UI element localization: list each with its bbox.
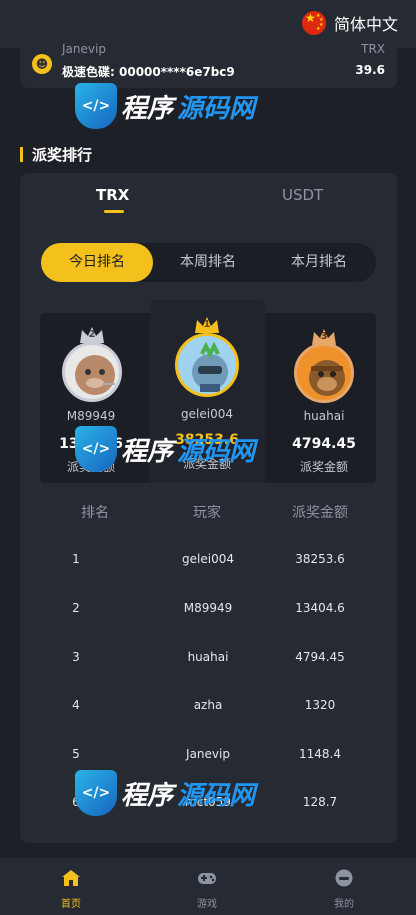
row-rank: 5 [72, 747, 80, 761]
row-player: gelei004 [182, 552, 234, 566]
profile-icon [335, 869, 353, 887]
nav-games-label: 游戏 [197, 899, 217, 910]
podium-1-rank: 1 [203, 319, 211, 330]
table-row: 2 M89949 13404.6 [40, 601, 376, 650]
podium-3-rank: 3 [320, 331, 328, 342]
podium-1-amount: 38253.6 [175, 432, 239, 448]
row-player: M89949 [183, 601, 233, 615]
ticker-coin: TRX [361, 42, 385, 56]
table-row: 3 huahai 4794.45 [40, 650, 376, 699]
home-icon [62, 870, 80, 886]
table-row: 1 gelei004 38253.6 [40, 552, 376, 601]
row-rank: 2 [72, 601, 80, 615]
smile-icon: ☻ [32, 54, 52, 74]
tab-today[interactable]: 今日排名 [41, 243, 153, 282]
code-shield-icon: </> [75, 83, 117, 129]
bottom-nav: 首页 游戏 我的 [0, 858, 416, 915]
watermark-part2: 源码网 [177, 93, 256, 124]
china-flag-icon: ★ ★ ★ ★ ★ [301, 11, 326, 35]
watermark-part1: 程序 [121, 93, 174, 124]
table-header-player: 玩家 [193, 505, 221, 521]
row-rank: 3 [72, 650, 80, 664]
ticker-hash-value: 00000****6e7bc9 [119, 65, 235, 79]
ticker-amount: 39.6 [355, 63, 385, 77]
row-rank: 4 [72, 698, 80, 712]
ticker-hash: 极速色碟: 00000****6e7bc9 [62, 65, 235, 79]
row-player: huahai [187, 650, 229, 664]
row-player: Janevip [186, 747, 230, 761]
podium-1-name: gelei004 [181, 407, 233, 421]
section-title: 派奖排行 [20, 144, 92, 165]
tab-month[interactable]: 本月排名 [263, 243, 375, 282]
tab-week[interactable]: 本周排名 [152, 243, 264, 282]
nav-home-label: 首页 [61, 899, 81, 910]
table-row: 4 azha 1320 [40, 698, 376, 747]
top-bar: ★ ★ ★ ★ ★ 简体中文 [0, 0, 416, 48]
podium-2-name: M89949 [66, 409, 116, 423]
ticker-user: Janevip [62, 42, 106, 56]
row-amount: 1320 [304, 698, 336, 712]
tab-trx[interactable]: TRX [96, 186, 129, 204]
table-row: 5 Janevip 1148.4 [40, 747, 376, 796]
avatar-second [62, 342, 122, 402]
row-rank: 1 [72, 552, 80, 566]
podium-2-rank: 2 [88, 329, 96, 340]
gamepad-icon [198, 873, 216, 884]
podium-3-label: 派奖金额 [299, 460, 348, 474]
watermark: </> 程序 源码网 [75, 83, 255, 129]
podium-3-name: huahai [303, 409, 345, 423]
podium-2-label: 派奖金额 [66, 460, 115, 474]
win-ticker: ☻ Janevip TRX 极速色碟: 00000****6e7bc9 39.6 [20, 42, 397, 88]
avatar-first [175, 333, 239, 397]
language-selector[interactable]: ★ ★ ★ ★ ★ 简体中文 [301, 11, 398, 35]
table-header-amount: 派奖金额 [292, 505, 348, 521]
period-switch: 今日排名 本周排名 本月排名 [41, 243, 376, 282]
row-amount: 13404.6 [295, 601, 345, 615]
row-amount: 38253.6 [295, 552, 345, 566]
row-amount: 4794.45 [295, 650, 345, 664]
table-header-rank: 排名 [81, 505, 109, 521]
row-player: mct059 [185, 795, 231, 809]
tab-underline [104, 210, 124, 213]
section-accent-bar [20, 147, 23, 162]
row-amount: 128.7 [302, 795, 338, 809]
ticker-game: 极速色碟 [62, 65, 111, 79]
gold-crown-icon: 1 [194, 316, 220, 334]
row-amount: 1148.4 [299, 747, 341, 761]
podium-3-amount: 4794.45 [292, 436, 356, 452]
tab-usdt[interactable]: USDT [282, 186, 323, 204]
nav-profile-label: 我的 [334, 899, 354, 910]
section-title-text: 派奖排行 [32, 146, 93, 164]
podium-1-label: 派奖金额 [182, 457, 231, 471]
row-player: azha [193, 698, 223, 712]
table-row: 6 mct059 128.7 [40, 795, 376, 844]
podium-2-amount: 13404.6 [59, 436, 123, 452]
avatar-third [294, 343, 354, 403]
language-label: 简体中文 [333, 15, 398, 34]
row-rank: 6 [72, 795, 80, 809]
